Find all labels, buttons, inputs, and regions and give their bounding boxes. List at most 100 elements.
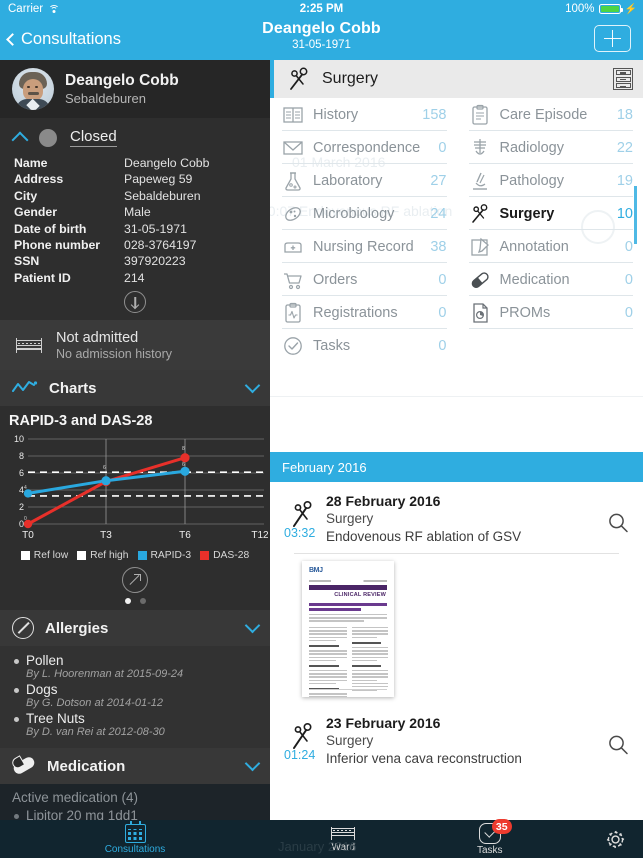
pill-icon — [10, 755, 37, 777]
entry-description: Inferior vena cava reconstruction — [326, 751, 522, 766]
charts-title: Charts — [49, 379, 97, 397]
tab-bar: Consultations January 2016 Ward 35 Tasks — [0, 819, 643, 858]
chevron-up-icon[interactable] — [11, 131, 29, 148]
category-microbiology[interactable]: Microbiology 24 — [270, 197, 457, 230]
tab-settings[interactable] — [563, 820, 643, 858]
category-orders[interactable]: Orders 0 — [270, 263, 457, 296]
category-count: 0 — [438, 271, 447, 288]
thumbnail-label: CLINICAL REVIEW — [334, 592, 386, 598]
legend-item: Ref high — [77, 550, 129, 561]
allergy-name: Tree Nuts — [12, 711, 270, 726]
patient-sidebar: Deangelo Cobb Sebaldeburen Closed Name D… — [0, 60, 270, 858]
medication-heading: Active medication (4) — [12, 790, 139, 806]
entry-type: Surgery — [326, 733, 374, 748]
list-item[interactable]: Tree Nuts By D. van Rei at 2012-08-30 — [0, 709, 270, 738]
category-grid-wrapper: 01 March 2016 00:07 Endovenous RF ablati… — [270, 98, 643, 396]
gear-icon — [606, 830, 625, 848]
timeline-entry[interactable]: 01:24 23 February 2016 Surgery Inferior … — [270, 704, 643, 776]
tab-consultations[interactable]: Consultations — [0, 820, 270, 858]
record-panel: Surgery 01 March 2016 00:07 Endovenous R… — [270, 60, 643, 858]
point-label-rapid3-t0: 4 — [24, 485, 27, 491]
category-care-episode[interactable]: Care Episode 18 — [457, 98, 643, 131]
bed-icon — [14, 334, 44, 356]
chevron-down-icon[interactable] — [244, 377, 261, 394]
category-count: 0 — [624, 304, 633, 321]
chart-pager[interactable] — [0, 595, 270, 610]
consultation-status-row[interactable]: Closed — [0, 118, 270, 153]
pager-dot[interactable] — [139, 598, 146, 605]
detail-row: Name Deangelo Cobb — [14, 155, 270, 171]
file-cabinet-icon[interactable] — [613, 68, 633, 90]
category-label: Annotation — [499, 238, 569, 255]
allergies-section-header[interactable]: Allergies — [0, 610, 270, 647]
show-more-details-button[interactable] — [0, 291, 270, 314]
allergy-name: Pollen — [12, 653, 270, 668]
document-pie-icon — [472, 302, 488, 323]
calendar-icon — [124, 820, 146, 843]
section-header-surgery[interactable]: Surgery — [270, 60, 643, 98]
medication-list: Active medication (4) Lipitor 20 mg 1dd1 — [0, 784, 270, 824]
category-annotation[interactable]: Annotation 0 — [457, 230, 643, 263]
navigation-bar: Consultations Deangelo Cobb 31-05-1971 — [0, 18, 643, 60]
category-proms[interactable]: PROMs 0 — [457, 296, 643, 329]
y-tick-8: 8 — [19, 451, 24, 461]
chevron-down-icon[interactable] — [244, 755, 261, 772]
category-medication[interactable]: Medication 0 — [457, 263, 643, 296]
bed-icon — [330, 826, 356, 841]
chart-expand-button[interactable] — [0, 563, 270, 595]
detail-row: Phone number 028-3764197 — [14, 237, 270, 253]
list-item[interactable]: Pollen By L. Hoorenman at 2015-09-24 — [0, 651, 270, 680]
category-nursing-record[interactable]: Nursing Record 38 — [270, 230, 457, 263]
magnifier-icon[interactable] — [607, 512, 629, 534]
pager-dot-active[interactable] — [124, 598, 131, 605]
detail-value: Deangelo Cobb — [124, 156, 210, 170]
scissors-icon — [471, 203, 487, 223]
detail-key: Phone number — [14, 238, 101, 253]
timeline-entry[interactable]: 03:32 28 February 2016 Surgery Endovenou… — [270, 482, 643, 554]
category-tasks[interactable]: Tasks 0 — [270, 329, 457, 362]
detail-key: Gender — [14, 205, 58, 220]
chevron-down-icon[interactable] — [244, 617, 261, 634]
chart-title: RAPID-3 and DAS-28 — [9, 413, 153, 430]
legend-label: RAPID-3 — [150, 550, 192, 562]
category-label: Radiology — [499, 139, 565, 156]
scissors-icon — [290, 67, 308, 90]
detail-key: City — [14, 188, 38, 203]
category-label: Medication — [499, 271, 570, 288]
chart-svg: 10 8 6 4 2 0 4 0 8 6 6 T0 T3 T6 T12 — [14, 434, 269, 541]
magnifier-icon[interactable] — [607, 734, 629, 756]
chart-plot[interactable]: 10 8 6 4 2 0 4 0 8 6 6 T0 T3 T6 T12 — [0, 433, 270, 546]
no-entry-icon — [12, 617, 34, 640]
tab-tasks[interactable]: 35 Tasks — [417, 819, 564, 858]
category-history[interactable]: History 158 — [270, 98, 457, 131]
status-right: 100% ⚡ — [565, 3, 637, 15]
category-count: 158 — [422, 106, 447, 123]
category-correspondence[interactable]: Correspondence 0 — [270, 131, 457, 164]
detail-row: Address Papeweg 59 — [14, 171, 270, 187]
add-button[interactable] — [594, 25, 631, 52]
category-registrations[interactable]: Registrations 0 — [270, 296, 457, 329]
charts-section-header[interactable]: Charts — [0, 370, 270, 407]
category-label: Tasks — [313, 337, 351, 354]
list-item[interactable]: Dogs By G. Dotson at 2014-01-12 — [0, 680, 270, 709]
tab-ward[interactable]: January 2016 Ward — [270, 820, 417, 858]
category-surgery[interactable]: Surgery 10 — [457, 197, 643, 230]
allergies-list: Pollen By L. Hoorenman at 2015-09-24 Dog… — [0, 646, 270, 749]
category-pathology[interactable]: Pathology 19 — [457, 164, 643, 197]
detail-row: Date of birth 31-05-1971 — [14, 221, 270, 237]
category-grid: History 158 Care Episode 18 Corresponden… — [270, 98, 643, 362]
clipboard-icon — [471, 104, 488, 125]
patient-header[interactable]: Deangelo Cobb Sebaldeburen — [0, 60, 270, 118]
detail-value: 214 — [124, 270, 145, 285]
legend-item: Ref low — [20, 550, 68, 561]
document-thumbnail[interactable]: BMJ CLINICAL REVIEW — [302, 561, 394, 697]
app-root: Carrier 2:25 PM 100% ⚡ Consultations Dea… — [0, 0, 643, 858]
patient-details: Name Deangelo Cobb Address Papeweg 59 Ci… — [0, 153, 270, 286]
category-count: 0 — [438, 139, 447, 156]
medication-section-header[interactable]: Medication — [0, 748, 270, 785]
category-laboratory[interactable]: Laboratory 27 — [270, 164, 457, 197]
admission-status[interactable]: Not admitted No admission history — [0, 320, 270, 371]
category-radiology[interactable]: Radiology 22 — [457, 131, 643, 164]
allergy-meta: By D. van Rei at 2012-08-30 — [26, 726, 165, 739]
category-label: Orders — [313, 271, 358, 288]
